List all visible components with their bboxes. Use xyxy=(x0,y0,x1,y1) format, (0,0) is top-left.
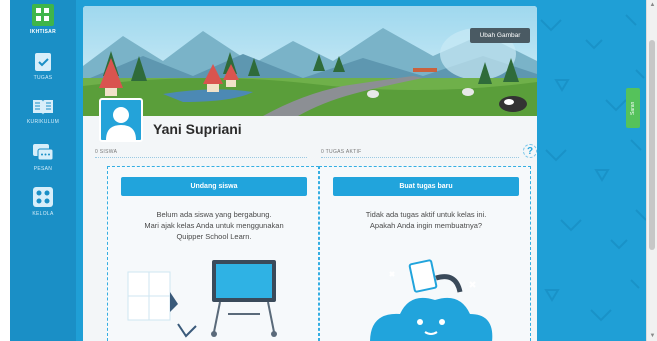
create-task-button[interactable]: Buat tugas baru xyxy=(333,177,519,196)
scroll-thumb[interactable] xyxy=(649,40,655,250)
invite-students-button[interactable]: Undang siswa xyxy=(121,177,307,196)
empty-message-line: Tidak ada tugas aktif untuk kelas ini. xyxy=(365,210,487,219)
active-task-count: 0 TUGAS AKTIF xyxy=(321,149,362,155)
grid-icon xyxy=(32,4,54,26)
avatar[interactable] xyxy=(99,98,143,142)
sidebar: IKHTISAR TUGAS KURIKULUM PESAN KELOLA xyxy=(10,0,76,341)
sidebar-item-ikhtisar[interactable]: IKHTISAR xyxy=(10,4,76,35)
scroll-down-icon[interactable]: ▼ xyxy=(647,331,657,341)
divider xyxy=(321,157,519,158)
class-title: Yani Supriani xyxy=(153,121,242,137)
sidebar-item-label: TUGAS xyxy=(33,75,53,81)
student-count: 0 SISWA xyxy=(95,149,118,155)
background-pattern xyxy=(540,14,647,322)
sidebar-item-kelola[interactable]: KELOLA xyxy=(10,186,76,217)
tasks-empty-message: Tidak ada tugas aktif untuk kelas ini. A… xyxy=(330,209,522,231)
sidebar-item-label: PESAN xyxy=(33,166,53,172)
message-icon xyxy=(33,144,54,161)
class-banner-image xyxy=(83,6,537,116)
book-icon xyxy=(33,100,53,115)
page-scrollbar[interactable]: ▲ ▼ xyxy=(646,0,657,341)
user-avatar-icon xyxy=(106,107,136,140)
help-button[interactable]: ? xyxy=(523,144,537,158)
app-background: IKHTISAR TUGAS KURIKULUM PESAN KELOLA Ub… xyxy=(10,0,655,341)
sidebar-item-label: IKHTISAR xyxy=(29,29,56,35)
classroom-illustration xyxy=(127,260,277,338)
sidebar-item-kurikulum[interactable]: KURIKULUM xyxy=(10,98,76,125)
assignment-icon xyxy=(35,53,51,71)
sidebar-item-pesan[interactable]: PESAN xyxy=(10,143,76,172)
feedback-tab[interactable]: Saran xyxy=(626,88,640,128)
students-empty-message: Belum ada siswa yang bergabung. Mari aja… xyxy=(118,209,310,242)
change-picture-button[interactable]: Ubah Gambar xyxy=(470,28,530,43)
empty-message-line: Apakah Anda ingin membuatnya? xyxy=(369,221,483,230)
empty-message-line: Belum ada siswa yang bergabung. xyxy=(156,210,272,219)
sidebar-item-label: KURIKULUM xyxy=(26,119,60,125)
task-illustration xyxy=(370,259,493,341)
students-card: Undang siswa Belum ada siswa yang bergab… xyxy=(107,166,319,341)
empty-message-line: Quipper School Learn. xyxy=(176,232,252,241)
tasks-card: Buat tugas baru Tidak ada tugas aktif un… xyxy=(319,166,531,341)
scroll-up-icon[interactable]: ▲ xyxy=(647,0,657,10)
sidebar-item-label: KELOLA xyxy=(32,211,54,217)
divider xyxy=(95,157,307,158)
empty-message-line: Mari ajak kelas Anda untuk menggunakan xyxy=(144,221,284,230)
class-panel: Ubah Gambar Yani Supriani 0 SISWA 0 TUGA… xyxy=(83,6,537,341)
manage-icon xyxy=(33,187,53,207)
sidebar-item-tugas[interactable]: TUGAS xyxy=(10,52,76,81)
